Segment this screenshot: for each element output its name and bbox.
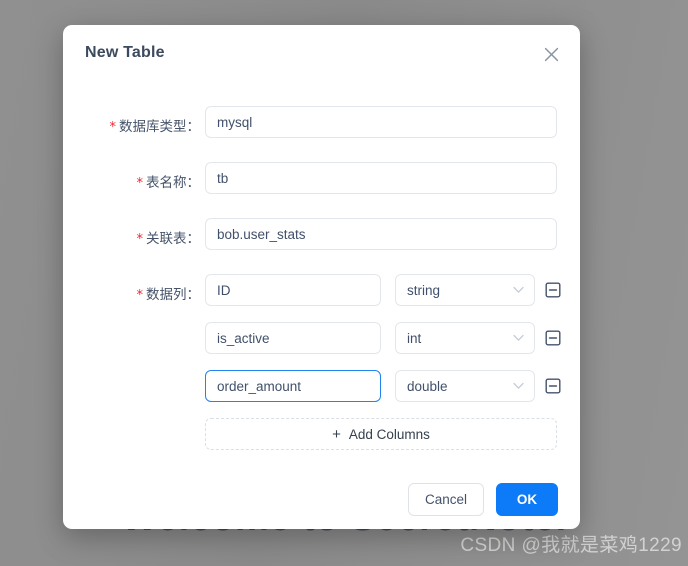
close-icon[interactable] [539, 42, 563, 66]
label-associated-table: * 关联表： [136, 231, 201, 247]
required-star-icon: * [136, 288, 144, 303]
input-database-type-value: mysql [217, 114, 253, 130]
input-associated-table[interactable]: bob.user_stats [205, 218, 557, 250]
label-database-type: * 数据库类型： [109, 119, 201, 135]
column-row-0: * 数据列： ID string [63, 274, 580, 322]
dialog-footer: Cancel OK [407, 483, 558, 516]
column-row-2: order_amount double [63, 370, 580, 418]
column-name-input-1[interactable]: is_active [205, 322, 381, 354]
required-star-icon: * [136, 232, 144, 247]
dialog-header: New Table [63, 25, 580, 85]
column-type-select-2[interactable]: double [395, 370, 535, 402]
input-associated-table-value: bob.user_stats [217, 226, 306, 242]
column-type-select-1[interactable]: int [395, 322, 535, 354]
dialog-title: New Table [85, 44, 165, 61]
remove-column-button-0[interactable] [545, 282, 561, 298]
chevron-down-icon [513, 334, 524, 342]
column-name-value-0: ID [217, 282, 231, 298]
csdn-watermark: CSDN @我就是菜鸡1229 [460, 535, 682, 556]
column-type-value-2: double [407, 378, 448, 394]
add-columns-label: Add Columns [348, 426, 430, 442]
form-row-associated-table: * 关联表： bob.user_stats [63, 218, 580, 274]
plus-icon: + [332, 425, 341, 443]
chevron-down-icon [513, 382, 524, 390]
column-type-value-1: int [407, 330, 422, 346]
column-name-value-1: is_active [217, 330, 270, 346]
form-row-table-name: * 表名称： tb [63, 162, 580, 218]
cancel-button[interactable]: Cancel [407, 483, 484, 516]
column-row-1: is_active int [63, 322, 580, 370]
input-table-name[interactable]: tb [205, 162, 557, 194]
dialog-body: * 数据库类型： mysql * 表名称： tb * 关联表： bob.user_st… [63, 106, 580, 450]
input-table-name-value: tb [217, 170, 229, 186]
chevron-down-icon [513, 286, 524, 294]
column-type-select-0[interactable]: string [395, 274, 535, 306]
input-database-type[interactable]: mysql [205, 106, 557, 138]
column-name-input-2[interactable]: order_amount [205, 370, 381, 402]
form-row-database-type: * 数据库类型： mysql [63, 106, 580, 162]
column-type-value-0: string [407, 282, 441, 298]
remove-column-button-2[interactable] [545, 378, 561, 394]
label-table-name: * 表名称： [136, 175, 201, 191]
required-star-icon: * [109, 120, 117, 135]
column-name-input-0[interactable]: ID [205, 274, 381, 306]
column-name-value-2: order_amount [217, 378, 302, 394]
new-table-dialog: New Table * 数据库类型： mysql * 表名称： tb * 关联表… [63, 25, 580, 529]
add-columns-button[interactable]: + Add Columns [205, 418, 557, 450]
ok-button[interactable]: OK [496, 483, 558, 516]
label-data-columns: * 数据列： [136, 287, 201, 303]
remove-column-button-1[interactable] [545, 330, 561, 346]
required-star-icon: * [136, 176, 144, 191]
